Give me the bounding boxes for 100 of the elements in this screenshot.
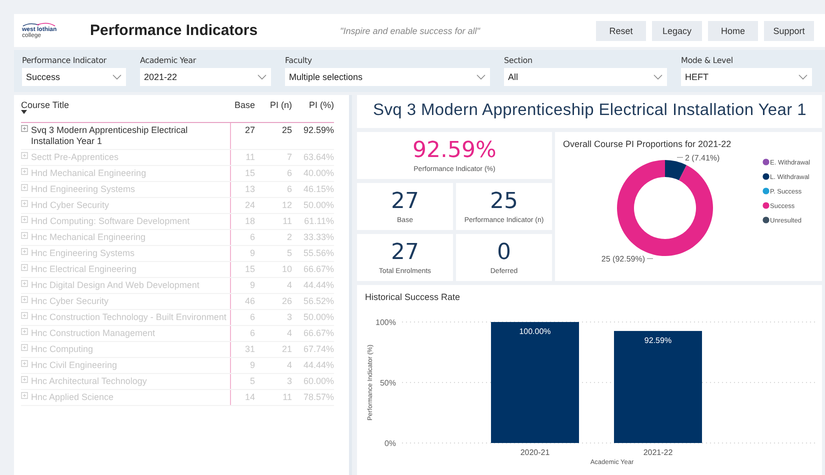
table-cell: 63.64% bbox=[303, 152, 334, 162]
course-title-cell: Hnc Computing bbox=[31, 344, 94, 355]
data-label: 2 (7.41%) bbox=[685, 153, 720, 162]
column-header[interactable]: PI (n) bbox=[270, 100, 292, 110]
table-cell: 60.00% bbox=[303, 376, 334, 386]
table-row[interactable]: Hnc Cyber Security 46 26 56.52% bbox=[21, 294, 334, 310]
expand-icon[interactable] bbox=[21, 376, 28, 383]
filter-dropdown[interactable]: Success bbox=[22, 68, 126, 86]
table-cell: 67.74% bbox=[303, 344, 334, 354]
table-cell: 66.67% bbox=[303, 328, 334, 338]
course-title-cell: Hnc Architectural Technology bbox=[31, 376, 147, 387]
table-row[interactable]: Hnc Construction Technology - Built Environment 6 3 50.00% bbox=[21, 310, 334, 326]
course-heading: Svq 3 Modern Apprenticeship Electrical Installation Year 1 bbox=[373, 101, 807, 120]
table-row[interactable]: Hnd Mechanical Engineering 15 6 40.00% bbox=[21, 166, 334, 182]
axis-tick-label: 2021-22 bbox=[643, 448, 673, 457]
filter-dropdown[interactable]: Multiple selections bbox=[285, 68, 490, 86]
expand-icon[interactable] bbox=[21, 392, 28, 399]
table-row[interactable]: Hnc Mechanical Engineering 6 2 33.33% bbox=[21, 230, 334, 246]
course-title-cell: Hnc Civil Engineering bbox=[31, 360, 118, 371]
column-header[interactable]: Base bbox=[234, 100, 255, 110]
nav-button[interactable]: Home bbox=[708, 20, 758, 40]
kpi-value: 92.59% bbox=[412, 138, 496, 162]
table-row[interactable]: Hnc Construction Management 6 4 66.67% bbox=[21, 326, 334, 342]
expand-icon[interactable] bbox=[21, 216, 28, 223]
kpi-value: 27 bbox=[391, 190, 419, 214]
expand-icon[interactable] bbox=[21, 312, 28, 319]
table-cell: 11 bbox=[282, 216, 292, 226]
table-cell: 6 bbox=[250, 232, 255, 242]
table-row[interactable]: Hnd Cyber Security 24 12 50.00% bbox=[21, 198, 334, 214]
table-cell: 61.11% bbox=[304, 216, 334, 226]
table-cell: 6 bbox=[286, 168, 292, 178]
table-cell: 4 bbox=[286, 280, 292, 290]
table-cell: 6 bbox=[250, 312, 255, 322]
table-row[interactable]: Hnd Engineering Systems 13 6 46.15% bbox=[21, 182, 334, 198]
expand-icon[interactable] bbox=[21, 248, 28, 255]
axis-tick-label: 100% bbox=[376, 318, 396, 327]
filter-label: Faculty bbox=[285, 56, 313, 65]
sort-descending-icon bbox=[21, 110, 27, 114]
table-row[interactable]: Sectt Pre-Apprentices 11 7 63.64% bbox=[21, 150, 334, 166]
column-header[interactable]: PI (%) bbox=[308, 100, 334, 110]
column-header[interactable]: Course Title bbox=[21, 100, 230, 110]
table-cell: 27 bbox=[244, 125, 255, 135]
table-row[interactable]: Svq 3 Modern Apprenticeship Electrical Installation Year 1 27 25 92.59% bbox=[21, 122, 334, 150]
kpi-value: 25 bbox=[490, 190, 518, 214]
table-row[interactable]: Hnc Civil Engineering 9 4 44.44% bbox=[21, 358, 334, 374]
table-cell: 50.00% bbox=[303, 312, 334, 322]
axis-tick-label: 2020-21 bbox=[520, 448, 550, 457]
data-label: 25 (92.59%) bbox=[601, 254, 645, 264]
nav-button[interactable]: Reset bbox=[596, 20, 646, 40]
expand-icon[interactable] bbox=[21, 232, 28, 239]
course-title-cell: Hnc Construction Technology - Built Environment bbox=[31, 312, 226, 323]
table-row[interactable]: Hnc Engineering Systems 9 5 55.56% bbox=[21, 246, 334, 262]
expand-icon[interactable] bbox=[21, 125, 28, 132]
expand-icon[interactable] bbox=[21, 264, 28, 271]
chart-title: Historical Success Rate bbox=[365, 292, 460, 302]
expand-icon[interactable] bbox=[21, 280, 28, 287]
expand-icon[interactable] bbox=[21, 168, 28, 175]
table-cell: 21 bbox=[282, 344, 292, 354]
course-title-cell: Hnc Electrical Engineering bbox=[31, 264, 137, 275]
filter-dropdown[interactable]: HEFT bbox=[681, 68, 812, 86]
nav-button[interactable]: Support bbox=[764, 20, 814, 40]
filter-dropdown[interactable]: All bbox=[504, 68, 667, 86]
table-cell: 44.44% bbox=[303, 280, 334, 290]
table-cell: 3 bbox=[286, 312, 292, 322]
course-title-cell: Hnc Engineering Systems bbox=[31, 248, 135, 259]
table-row[interactable]: Hnc Digital Design And Web Development 9 4 44.44% bbox=[21, 278, 334, 294]
nav-button[interactable]: Legacy bbox=[652, 20, 702, 40]
tagline: "Inspire and enable success for all" bbox=[340, 26, 480, 36]
expand-icon[interactable] bbox=[21, 360, 28, 367]
table-cell: 14 bbox=[244, 392, 255, 402]
filter-label: Section bbox=[504, 56, 534, 65]
expand-icon[interactable] bbox=[21, 296, 28, 303]
table-row[interactable]: Hnd Computing: Software Development 18 11 61.11% bbox=[21, 214, 334, 230]
table-row[interactable]: Hnc Computing 31 21 67.74% bbox=[21, 342, 334, 358]
expand-icon[interactable] bbox=[21, 328, 28, 335]
table-cell: 11 bbox=[282, 392, 292, 402]
table-row[interactable]: Hnc Electrical Engineering 15 10 66.67% bbox=[21, 262, 334, 278]
expand-icon[interactable] bbox=[21, 200, 28, 207]
filter-dropdown[interactable]: 2021-22 bbox=[140, 68, 271, 86]
table-cell: 4 bbox=[286, 360, 292, 370]
table-cell: 92.59% bbox=[303, 125, 334, 135]
expand-icon[interactable] bbox=[21, 152, 28, 159]
course-title-cell: Hnd Computing: Software Development bbox=[31, 216, 190, 227]
logo-arcs-icon bbox=[22, 22, 56, 27]
table-cell: 10 bbox=[282, 264, 292, 274]
table-row[interactable]: Hnc Architectural Technology 5 3 60.00% bbox=[21, 374, 334, 390]
table-cell: 15 bbox=[244, 168, 255, 178]
table-cell: 56.52% bbox=[303, 296, 334, 306]
expand-icon[interactable] bbox=[21, 344, 28, 351]
table-cell: 24 bbox=[244, 200, 255, 210]
table-cell: 78.57% bbox=[303, 392, 334, 402]
course-title-cell: Hnd Cyber Security bbox=[31, 200, 110, 211]
kpi-value: 0 bbox=[497, 240, 511, 264]
expand-icon[interactable] bbox=[21, 184, 28, 191]
chart-title: Overall Course PI Proportions for 2021-22 bbox=[563, 139, 732, 149]
filter-label: Academic Year bbox=[140, 56, 198, 65]
leader-line bbox=[676, 157, 684, 158]
page-title: Performance Indicators bbox=[90, 22, 259, 39]
table-row[interactable]: Hnc Applied Science 14 11 78.57% bbox=[21, 390, 334, 406]
chevron-down-icon bbox=[653, 74, 663, 80]
